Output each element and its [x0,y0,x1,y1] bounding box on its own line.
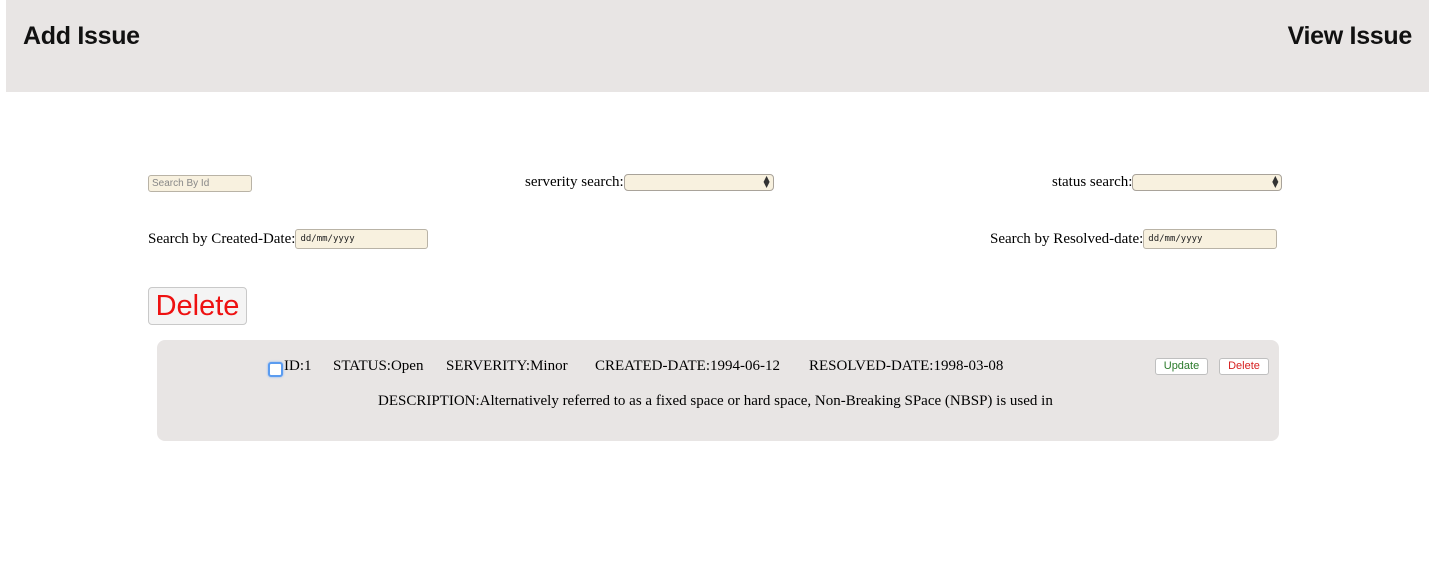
issue-resolved-date: RESOLVED-DATE:1998-03-08 [809,358,1004,374]
issue-card: ID:1 STATUS:Open SERVERITY:Minor CREATED… [157,340,1279,441]
issue-id: ID:1 [284,358,312,374]
search-by-id-input[interactable]: Search By Id [148,175,252,192]
created-date-input[interactable]: dd/mm/yyyy [295,229,429,249]
resolved-date-filter: Search by Resolved-date: dd/mm/yyyy [990,229,1278,249]
view-issue-link[interactable]: View Issue [1288,22,1413,51]
status-select[interactable]: ▲ ▼ [1132,174,1283,191]
resolved-date-input[interactable]: dd/mm/yyyy [1143,229,1278,249]
severity-search-label: serverity search: [525,174,624,190]
issue-status: STATUS:Open [333,358,424,374]
created-date-filter: Search by Created-Date: dd/mm/yyyy [148,229,429,249]
severity-select[interactable]: ▲ ▼ [623,174,774,191]
issue-created-date: CREATED-DATE:1994-06-12 [595,358,780,374]
delete-issue-button[interactable]: Delete [1219,358,1269,375]
severity-filter: serverity search: ▲ ▼ [525,174,774,191]
delete-selected-button[interactable]: Delete [148,287,247,325]
select-arrows-icon: ▲ ▼ [1272,174,1279,189]
issue-severity: SERVERITY:Minor [446,358,568,374]
issue-select-checkbox[interactable] [268,362,283,377]
created-date-label: Search by Created-Date: [148,230,296,247]
top-nav-bar: Add Issue View Issue [6,0,1429,92]
resolved-date-label: Search by Resolved-date: [990,230,1144,247]
add-issue-link[interactable]: Add Issue [23,22,140,51]
select-arrows-icon: ▲ ▼ [763,174,770,189]
status-filter: status search: ▲ ▼ [1052,174,1283,191]
update-button[interactable]: Update [1155,358,1208,375]
status-search-label: status search: [1052,174,1133,190]
issue-description: DESCRIPTION:Alternatively referred to as… [378,393,1053,409]
